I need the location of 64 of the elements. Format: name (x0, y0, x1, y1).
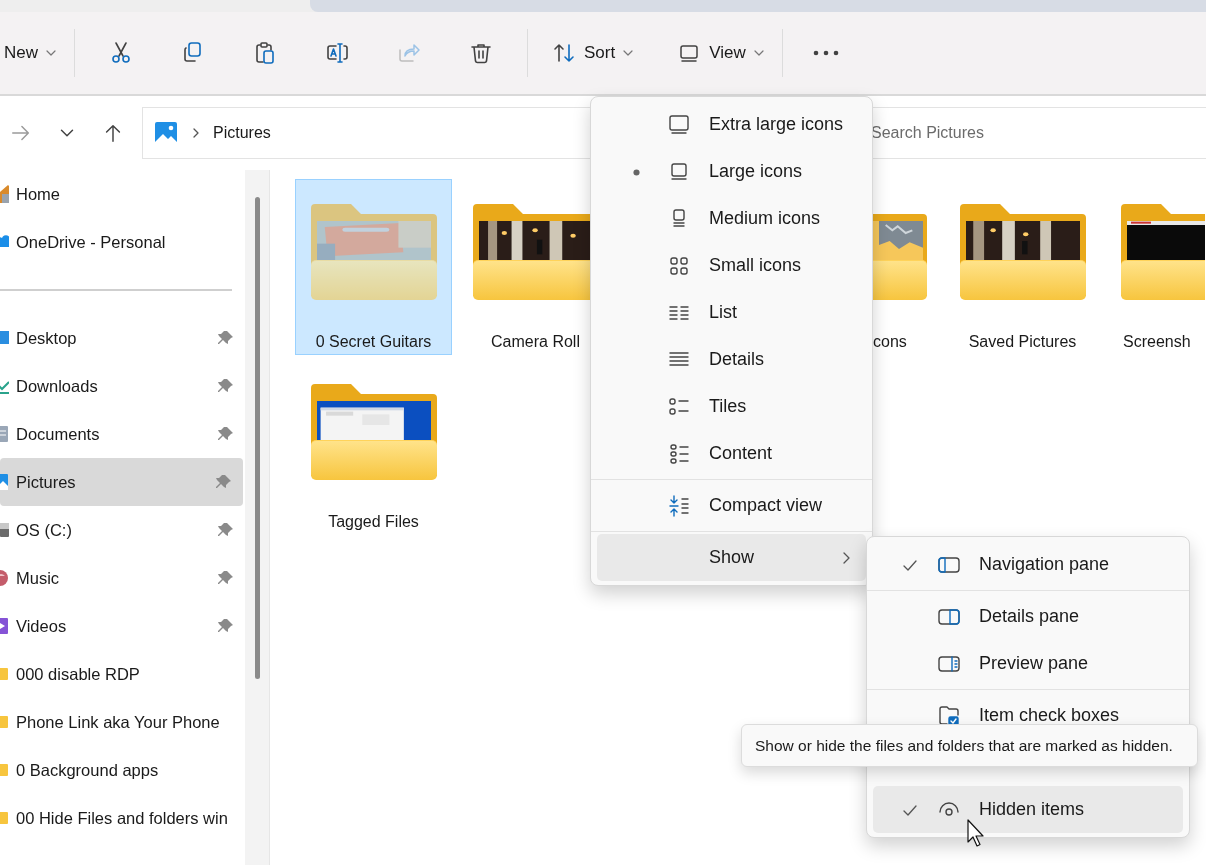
sidebar-item[interactable]: Documents (0, 410, 245, 458)
clipboard-icon (253, 41, 277, 65)
folder-name: cons (873, 332, 907, 352)
sidebar-item[interactable]: Music (0, 554, 245, 602)
sidebar-item[interactable]: Pictures (0, 458, 243, 506)
chevron-right-icon (193, 128, 199, 138)
menu-item[interactable]: Compact view (597, 482, 866, 529)
pin-icon (218, 522, 234, 538)
compact-icon (667, 493, 691, 518)
sidebar-item[interactable]: 0 Background apps (0, 746, 245, 794)
folder-name: 0 Secret Guitars (315, 332, 432, 352)
extra-large-icons-icon (667, 112, 691, 137)
pin-icon (216, 474, 232, 490)
folder-name: Camera Roll (491, 332, 580, 352)
folder-item[interactable]: 0 Secret Guitars (295, 179, 452, 355)
content-icon (667, 441, 691, 466)
path-segment[interactable]: Pictures (213, 121, 271, 145)
pin-icon (218, 330, 234, 346)
chevron-down-icon (753, 50, 764, 56)
cut-icon (109, 41, 133, 65)
share-icon (397, 41, 421, 65)
scrollbar-thumb[interactable] (255, 197, 260, 679)
menu-item[interactable]: Details pane (873, 593, 1183, 640)
sidebar-item[interactable]: OS (C:) (0, 506, 245, 554)
pin-icon (218, 426, 234, 442)
menu-item[interactable]: Preview pane (873, 640, 1183, 687)
menu-item[interactable]: Show (597, 534, 866, 581)
sidebar-item[interactable]: 000 disable RDP (0, 650, 245, 698)
pin-icon (218, 570, 234, 586)
chevron-right-icon (843, 551, 850, 564)
sort-icon (552, 41, 576, 65)
sidebar-item[interactable]: Home (0, 170, 245, 218)
menu-item[interactable]: Content (597, 430, 866, 477)
chevron-down-icon (46, 50, 56, 56)
sidebar-item[interactable]: Phone Link aka Your Phone (0, 698, 245, 746)
tooltip: Show or hide the files and folders that are marked as hidden. (741, 724, 1198, 768)
sort-button[interactable]: Sort (544, 31, 642, 75)
music-icon (0, 567, 9, 589)
folder-item[interactable]: Screensh (1106, 179, 1204, 355)
menu-item[interactable]: Tiles (597, 383, 866, 430)
folder-item[interactable]: Tagged Files (295, 359, 452, 535)
view-button[interactable]: View (669, 31, 772, 75)
sidebar-item[interactable]: Videos (0, 602, 245, 650)
new-button[interactable]: New (0, 31, 64, 75)
pictures-icon (155, 122, 177, 144)
folder-name: Tagged Files (328, 512, 419, 532)
menu-item[interactable]: Hidden items (873, 786, 1183, 833)
home-icon (0, 183, 9, 205)
chevron-down-icon (623, 50, 634, 56)
sidebar-item[interactable]: 00 Hide Files and folders win (0, 794, 245, 842)
folder-name: Saved Pictures (968, 332, 1077, 352)
folder-flap (871, 260, 927, 300)
pictures-icon (0, 471, 9, 493)
pin-icon (218, 378, 234, 394)
more-icon (812, 50, 839, 56)
folder-item[interactable]: Saved Pictures (944, 179, 1101, 355)
rename-icon (325, 41, 349, 65)
trash-icon (469, 41, 493, 65)
pin-icon (218, 618, 234, 634)
sidebar-item[interactable]: Downloads (0, 362, 245, 410)
sidebar-item[interactable]: OneDrive - Personal (0, 218, 245, 266)
sidebar-item[interactable]: Desktop (0, 314, 245, 362)
folder-name: Screensh (1123, 332, 1191, 352)
menu-item[interactable]: Navigation pane (873, 541, 1183, 588)
